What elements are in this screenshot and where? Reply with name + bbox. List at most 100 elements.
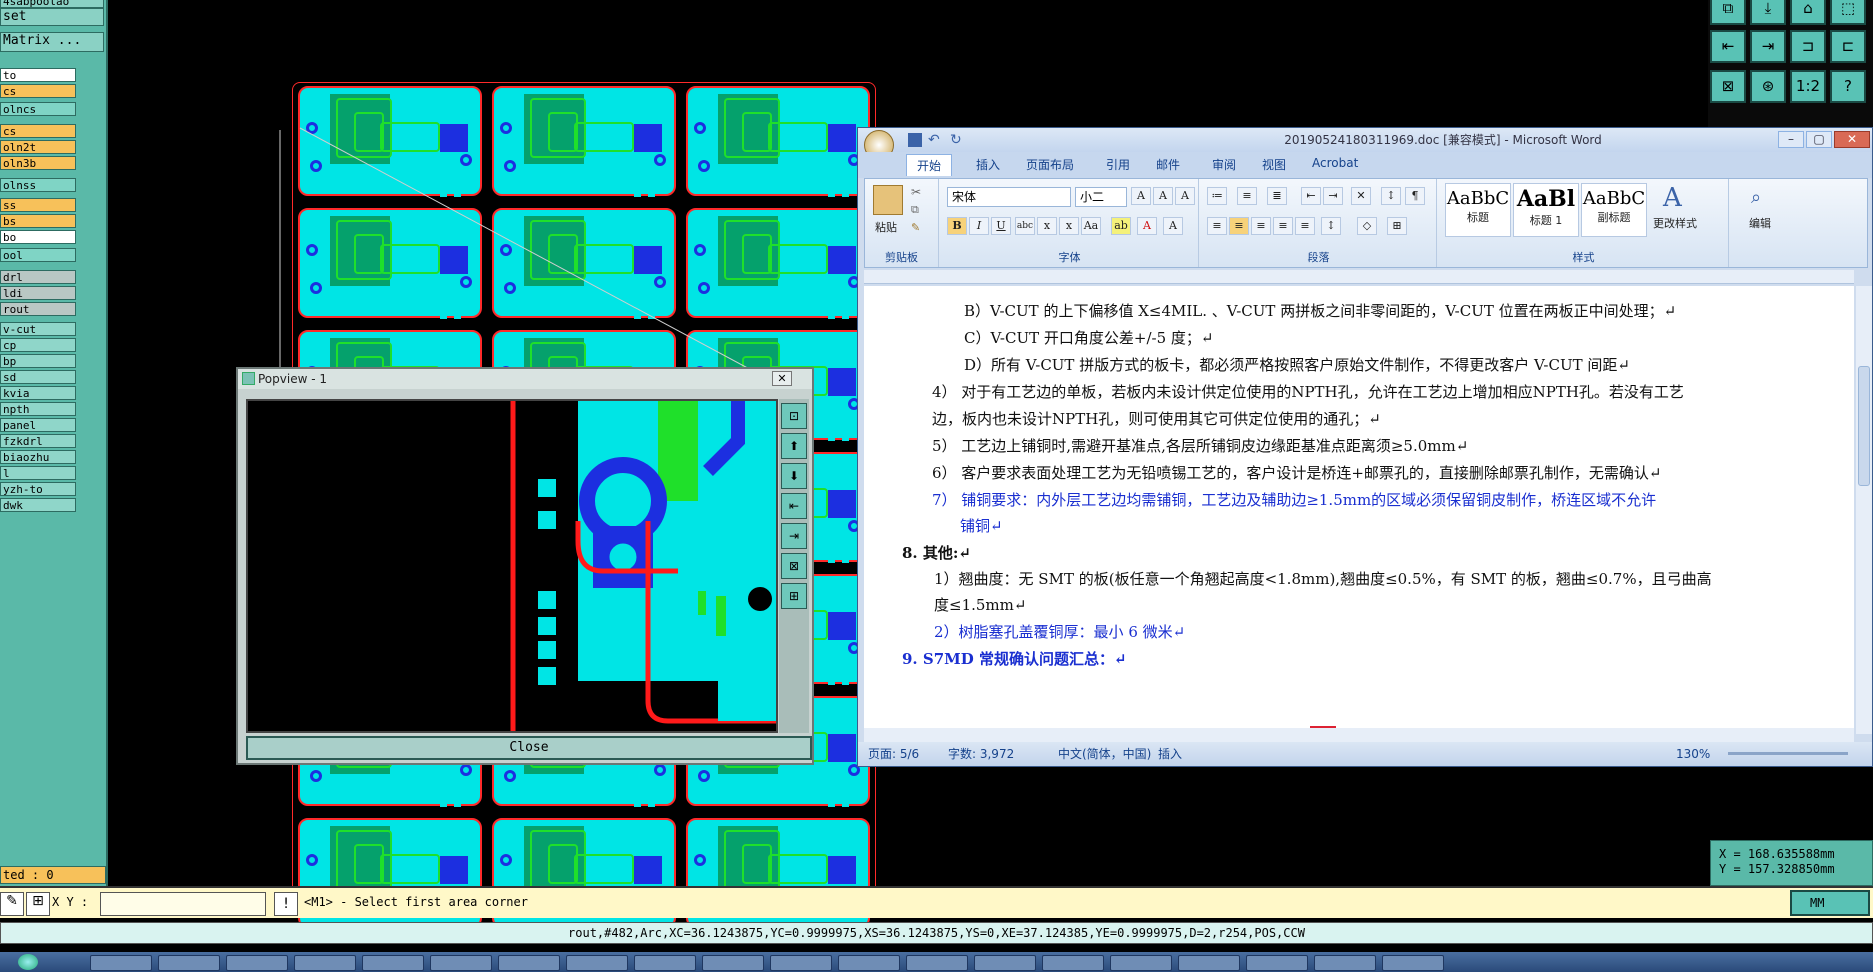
view-tool-icon[interactable]: ⌂	[1790, 0, 1826, 25]
ribbon-tab[interactable]: 插入	[976, 156, 1000, 173]
numbering-icon[interactable]: ≡	[1237, 187, 1257, 205]
ribbon-tab[interactable]: 引用	[1106, 156, 1130, 173]
document-page[interactable]: B）V-CUT 的上下偏移值 X≤4MIL. 、V-CUT 两拼板之间非零间距的…	[864, 286, 1854, 734]
matrix-button[interactable]: Matrix ...	[0, 32, 104, 52]
copy-icon[interactable]: ⧉	[911, 203, 919, 217]
start-icon[interactable]	[18, 954, 38, 970]
taskbar-item[interactable]	[226, 955, 288, 971]
close-icon[interactable]: ✕	[772, 371, 792, 386]
info-icon[interactable]: !	[274, 892, 298, 916]
layer-item[interactable]: bo	[0, 230, 76, 244]
taskbar-item[interactable]	[498, 955, 560, 971]
layer-item[interactable]: fzkdrl	[0, 434, 76, 448]
taskbar-item[interactable]	[1246, 955, 1308, 971]
popview-tool-icon[interactable]: ⇤	[781, 493, 807, 519]
zoom-slider[interactable]	[1728, 752, 1848, 755]
taskbar-item[interactable]	[1382, 955, 1444, 971]
layer-item[interactable]: to	[0, 68, 76, 82]
vertical-scrollbar[interactable]	[1856, 286, 1872, 734]
multilevel-icon[interactable]: ≣	[1267, 187, 1287, 205]
popview-tool-icon[interactable]: ⊡	[781, 403, 807, 429]
layer-item[interactable]: dwk	[0, 498, 76, 512]
layer-item[interactable]: olncs	[0, 102, 76, 116]
shading-icon[interactable]: ◇	[1357, 217, 1377, 235]
change-styles-icon[interactable]: A	[1663, 183, 1682, 213]
view-tool-icon[interactable]: ⬚	[1830, 0, 1866, 25]
scroll-thumb[interactable]	[1858, 366, 1870, 486]
shrink-font-icon[interactable]: A	[1153, 187, 1173, 205]
format-painter-icon[interactable]: ✎	[911, 221, 920, 234]
align-right-icon[interactable]: ≡	[1251, 217, 1271, 235]
undo-icon[interactable]: ↶	[928, 128, 940, 152]
save-icon[interactable]	[908, 133, 922, 147]
popview-tool-icon[interactable]: ⬆	[781, 433, 807, 459]
increase-indent-icon[interactable]: ⇥	[1323, 187, 1343, 205]
layer-item[interactable]: oln3b	[0, 156, 76, 170]
view-tool-icon[interactable]: ⧉	[1710, 0, 1746, 25]
close-button[interactable]: Close	[246, 736, 812, 760]
layer-item[interactable]: ldi	[0, 286, 76, 300]
taskbar-item[interactable]	[974, 955, 1036, 971]
distribute-icon[interactable]: ≡	[1295, 217, 1315, 235]
align-center-icon[interactable]: ≡	[1229, 217, 1249, 235]
borders-icon[interactable]: ⊞	[1387, 217, 1407, 235]
char-shading-icon[interactable]: A	[1163, 217, 1183, 235]
taskbar-item[interactable]	[430, 955, 492, 971]
layer-item[interactable]: olnss	[0, 178, 76, 192]
font-size-select[interactable]: 小二	[1075, 187, 1127, 207]
insert-mode[interactable]: 插入	[1158, 742, 1182, 766]
ribbon-tab[interactable]: 视图	[1262, 156, 1286, 173]
style-subtitle[interactable]: AaBbC 副标题	[1581, 183, 1647, 237]
popview-tool-icon[interactable]: ⬇	[781, 463, 807, 489]
layer-item[interactable]: oln2t	[0, 140, 76, 154]
set-button[interactable]: set	[0, 8, 104, 26]
align-left-icon[interactable]: ≡	[1207, 217, 1227, 235]
taskbar-item[interactable]	[90, 955, 152, 971]
ribbon-tab[interactable]: 邮件	[1156, 156, 1180, 173]
taskbar-item[interactable]	[838, 955, 900, 971]
taskbar-item[interactable]	[702, 955, 764, 971]
layer-item[interactable]: v-cut	[0, 322, 76, 336]
font-name-select[interactable]: 宋体	[947, 187, 1071, 207]
maximize-icon[interactable]: ▢	[1806, 131, 1832, 148]
ribbon-tab[interactable]: Acrobat	[1312, 156, 1358, 170]
grid-icon[interactable]: ⊞	[26, 892, 50, 916]
layer-item[interactable]: l	[0, 466, 76, 480]
view-tool-icon[interactable]: ⊠	[1710, 70, 1746, 103]
layer-item[interactable]: biaozhu	[0, 450, 76, 464]
layer-item[interactable]: bs	[0, 214, 76, 228]
view-tool-icon[interactable]: ⊛	[1750, 70, 1786, 103]
layer-item[interactable]: ool	[0, 248, 76, 262]
zoom-level[interactable]: 130%	[1676, 742, 1710, 766]
grow-font-icon[interactable]: A	[1131, 187, 1151, 205]
decrease-indent-icon[interactable]: ⇤	[1301, 187, 1321, 205]
popview-tool-icon[interactable]: ⇥	[781, 523, 807, 549]
highlight-icon[interactable]: ab	[1111, 217, 1131, 235]
taskbar-item[interactable]	[362, 955, 424, 971]
layer-item[interactable]: cs	[0, 84, 76, 98]
popview-window[interactable]: Popview - 1 ✕ ⊡ ⬆ ⬇ ⇤ ⇥ ⊠ ⊞ Close	[236, 367, 814, 765]
bold-icon[interactable]: B	[947, 217, 967, 235]
view-tool-icon[interactable]: 1:2	[1790, 70, 1826, 103]
layer-item[interactable]: ss	[0, 198, 76, 212]
redo-icon[interactable]: ↻	[950, 128, 962, 152]
taskbar-item[interactable]	[1042, 955, 1104, 971]
popview-canvas[interactable]	[246, 399, 778, 733]
paste-icon[interactable]	[873, 185, 903, 215]
taskbar-item[interactable]	[906, 955, 968, 971]
view-tool-icon[interactable]: ?	[1830, 70, 1866, 103]
justify-icon[interactable]: ≡	[1273, 217, 1293, 235]
minimize-icon[interactable]: –	[1778, 131, 1804, 148]
strikethrough-icon[interactable]: abc	[1015, 217, 1035, 235]
layer-item[interactable]: npth	[0, 402, 76, 416]
view-tool-icon[interactable]: ⊐	[1790, 30, 1826, 63]
top-row-0[interactable]: 4sabpoolao	[0, 0, 104, 8]
taskbar-item[interactable]	[1178, 955, 1240, 971]
layer-item[interactable]: cp	[0, 338, 76, 352]
italic-icon[interactable]: I	[969, 217, 989, 235]
edit-label[interactable]: 编辑	[1749, 215, 1771, 231]
taskbar-item[interactable]	[1314, 955, 1376, 971]
taskbar-item[interactable]	[1110, 955, 1172, 971]
layer-item[interactable]: panel	[0, 418, 76, 432]
popview-tool-icon[interactable]: ⊞	[781, 583, 807, 609]
